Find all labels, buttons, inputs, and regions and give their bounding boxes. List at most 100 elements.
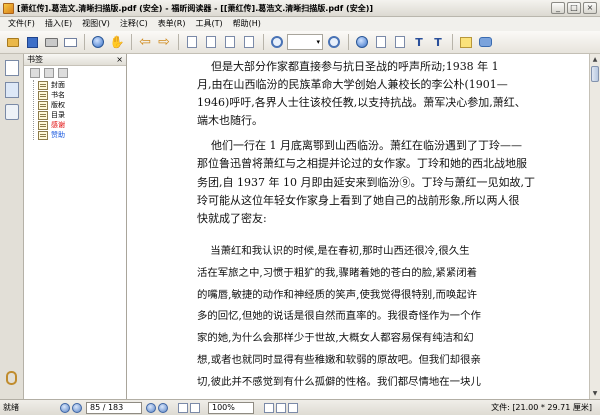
next-page-button[interactable] xyxy=(146,402,156,413)
bookmark-label: 书名 xyxy=(51,91,65,99)
fit-width-button[interactable] xyxy=(372,33,390,51)
hand-button[interactable]: ✋ xyxy=(108,33,126,51)
bookmark-icon xyxy=(38,110,48,120)
previous-page-button[interactable] xyxy=(72,402,82,413)
toolbar-separator xyxy=(348,34,349,50)
scroll-up-icon[interactable]: ▲ xyxy=(591,55,599,64)
save-icon xyxy=(26,36,38,48)
navigation-panel-strip xyxy=(0,54,24,399)
page-icon xyxy=(187,36,197,48)
zoom-in-button[interactable] xyxy=(325,33,343,51)
comment-icon xyxy=(478,37,492,47)
forward-arrow-icon: ⇨ xyxy=(158,34,170,50)
page-number-input[interactable]: 85 / 183 xyxy=(86,401,142,414)
bookmark-icon xyxy=(38,80,48,90)
bookmarks-close-button[interactable]: × xyxy=(116,54,123,66)
toolbar-separator xyxy=(84,34,85,50)
page-icon[interactable] xyxy=(190,402,200,413)
email-button[interactable] xyxy=(61,33,79,51)
note-button[interactable] xyxy=(457,33,475,51)
layers-panel-icon[interactable] xyxy=(4,104,19,120)
bookmarks-toolbar xyxy=(24,66,126,80)
bookmark-label: 封面 xyxy=(51,81,65,89)
vertical-scrollbar[interactable]: ▲ ▼ xyxy=(589,54,600,399)
title-bar: [萧红传].葛浩文.清晰扫描版.pdf (安全) - 福昕阅读器 - [[萧红传… xyxy=(0,0,600,17)
text-select-button[interactable]: T xyxy=(410,33,428,51)
document-view[interactable]: 但是大部分作家都直接参与抗日圣战的呼声所动;1938 年 1 月,由在山西临汾的… xyxy=(127,54,589,399)
quote-line: 的嘴唇,敏捷的动作和神经质的笑声,使我觉得很特别,而唤起许 xyxy=(197,289,478,301)
bookmarks-panel-icon[interactable] xyxy=(4,60,19,76)
minimize-button[interactable]: _ xyxy=(551,2,565,14)
zoom-level-input[interactable]: 100% xyxy=(208,401,254,414)
quote-line: 切,彼此并不感觉到有什么孤僻的性格。我们都尽情地在一块儿 xyxy=(197,376,481,388)
zoom-dropdown[interactable]: ▾ xyxy=(287,34,323,50)
bookmark-item[interactable]: 书名 xyxy=(38,90,126,100)
menu-insert[interactable]: 插入(E) xyxy=(40,17,77,31)
menu-file[interactable]: 文件(F) xyxy=(3,17,40,31)
menu-tools[interactable]: 工具(T) xyxy=(191,17,228,31)
bookmark-item[interactable]: 赞助 xyxy=(38,130,126,140)
page-icon xyxy=(244,36,254,48)
maximize-button[interactable]: □ xyxy=(567,2,581,14)
attachments-icon[interactable] xyxy=(6,371,17,385)
fit-visible-button[interactable] xyxy=(391,33,409,51)
menu-help[interactable]: 帮助(H) xyxy=(228,17,266,31)
body-line: 1946)呼吁,各界人士往该校任教,以支持抗战。萧军决心参加,萧红、 xyxy=(197,96,526,109)
bookmark-delete-icon[interactable] xyxy=(44,68,54,78)
open-button[interactable] xyxy=(4,33,22,51)
close-button[interactable]: × xyxy=(583,2,597,14)
page-navigation: 85 / 183 xyxy=(60,401,168,414)
text-icon: T xyxy=(434,35,442,49)
body-line: 端木也随行。 xyxy=(197,114,263,127)
menu-bar: 文件(F) 插入(E) 视图(V) 注释(C) 表单(R) 工具(T) 帮助(H… xyxy=(0,17,600,31)
bookmark-item[interactable]: 感谢 xyxy=(38,120,126,130)
note-icon xyxy=(460,36,472,48)
bookmark-item[interactable]: 版权 xyxy=(38,100,126,110)
app-icon xyxy=(3,2,14,14)
window-title: [萧红传].葛浩文.清晰扫描版.pdf (安全) - 福昕阅读器 - [[萧红传… xyxy=(17,3,374,13)
page-icon xyxy=(206,36,216,48)
single-page-button[interactable] xyxy=(183,33,201,51)
bookmark-item[interactable]: 目录 xyxy=(38,110,126,120)
quote-line: 活在军旅之中,习惯于粗犷的我,骤睹着她的苍白的脸,紧紧闭着 xyxy=(197,267,478,279)
typewriter-button[interactable]: T xyxy=(429,33,447,51)
rotate-button[interactable] xyxy=(353,33,371,51)
scrollbar-thumb[interactable] xyxy=(591,66,599,82)
menu-view[interactable]: 视图(V) xyxy=(77,17,115,31)
first-page-button[interactable] xyxy=(60,402,70,413)
scroll-down-icon[interactable]: ▼ xyxy=(591,389,599,398)
page-icon[interactable] xyxy=(178,402,188,413)
print-button[interactable] xyxy=(42,33,60,51)
comment-button[interactable] xyxy=(476,33,494,51)
fit-icon[interactable] xyxy=(288,402,298,413)
bookmark-options-icon[interactable] xyxy=(58,68,68,78)
body-line: 他们一行在 1 月底离鄂到山西临汾。萧红在临汾遇到了丁玲—— xyxy=(197,139,522,152)
bookmarks-title: 书签 xyxy=(27,55,43,64)
facing-button[interactable] xyxy=(221,33,239,51)
page-icon xyxy=(395,36,405,48)
zoom-out-button[interactable] xyxy=(268,33,286,51)
pdf-page: 但是大部分作家都直接参与抗日圣战的呼声所动;1938 年 1 月,由在山西临汾的… xyxy=(197,54,537,399)
fit-page-button[interactable] xyxy=(240,33,258,51)
forward-button[interactable]: ⇨ xyxy=(155,33,173,51)
select-button[interactable] xyxy=(89,33,107,51)
bookmark-expand-icon[interactable] xyxy=(30,68,40,78)
menu-comment[interactable]: 注释(C) xyxy=(115,17,153,31)
last-page-button[interactable] xyxy=(158,402,168,413)
menu-form[interactable]: 表单(R) xyxy=(153,17,191,31)
continuous-button[interactable] xyxy=(202,33,220,51)
zoom-in-icon[interactable] xyxy=(276,402,286,413)
zoom-out-icon[interactable] xyxy=(264,402,274,413)
quote-line: 想,或者也就同时显得有些稚嫩和软弱的原故吧。但我们却很亲 xyxy=(197,354,481,366)
bookmark-icon xyxy=(38,130,48,140)
body-line: 务团,自 1937 年 10 月即由延安来到临汾⑨。丁玲与萧红一见如故,丁 xyxy=(197,176,535,189)
body-line: 快就成了密友: xyxy=(197,212,267,225)
toolbar-separator xyxy=(178,34,179,50)
body-line: 但是大部分作家都直接参与抗日圣战的呼声所动;1938 年 1 xyxy=(197,60,499,73)
save-button[interactable] xyxy=(23,33,41,51)
pages-panel-icon[interactable] xyxy=(4,82,19,98)
bookmark-label: 目录 xyxy=(51,111,65,119)
body-line: 月,由在山西临汾的民族革命大学创始人兼校长的李公朴(1901— xyxy=(197,78,508,91)
bookmark-item[interactable]: 封面 xyxy=(38,80,126,90)
back-button[interactable]: ⇦ xyxy=(136,33,154,51)
